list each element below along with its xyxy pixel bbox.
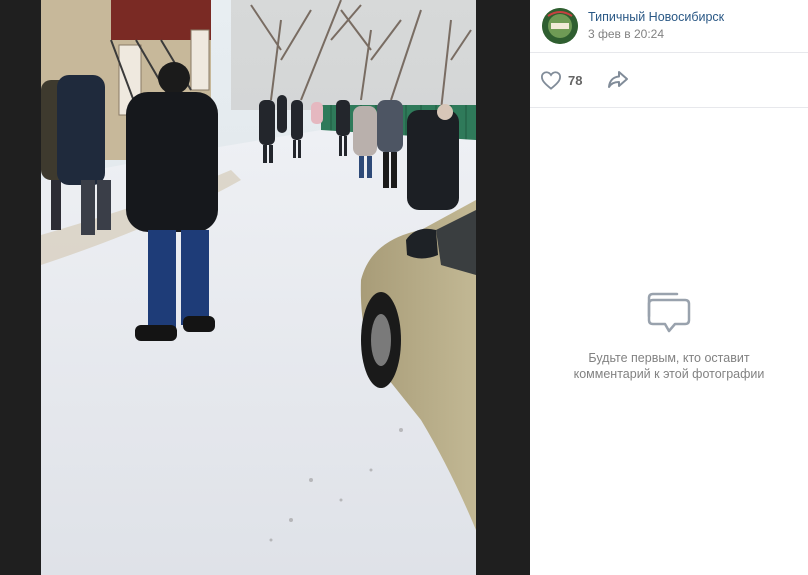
post-info-panel: Типичный Новосибирск 3 фев в 20:24 78 Бу… [530,0,808,575]
speech-bubbles-icon [647,292,691,333]
empty-comments-line-1: Будьте первым, кто оставит [588,351,750,365]
post-actions: 78 [530,56,808,102]
empty-comments-line-2: комментарий к этой фотографии [573,367,765,381]
actions-divider [530,107,808,108]
post-photo[interactable] [41,0,476,575]
share-arrow-icon [608,71,628,88]
photo-image [41,0,476,575]
post-timestamp[interactable]: 3 фев в 20:24 [588,27,664,41]
author-name-link[interactable]: Типичный Новосибирск [588,10,724,24]
empty-comments-text: Будьте первым, кто оставит комментарий к… [530,350,808,382]
like-count: 78 [568,72,583,88]
community-avatar-icon[interactable] [542,8,578,44]
viewer-backdrop-right [476,0,530,575]
post-header: Типичный Новосибирск 3 фев в 20:24 [530,0,808,52]
share-button[interactable] [606,69,630,91]
like-button[interactable]: 78 [540,68,582,92]
empty-comments-placeholder: Будьте первым, кто оставит комментарий к… [530,290,808,382]
heart-icon [540,71,562,90]
viewer-backdrop-left [0,0,41,575]
header-divider [530,52,808,53]
